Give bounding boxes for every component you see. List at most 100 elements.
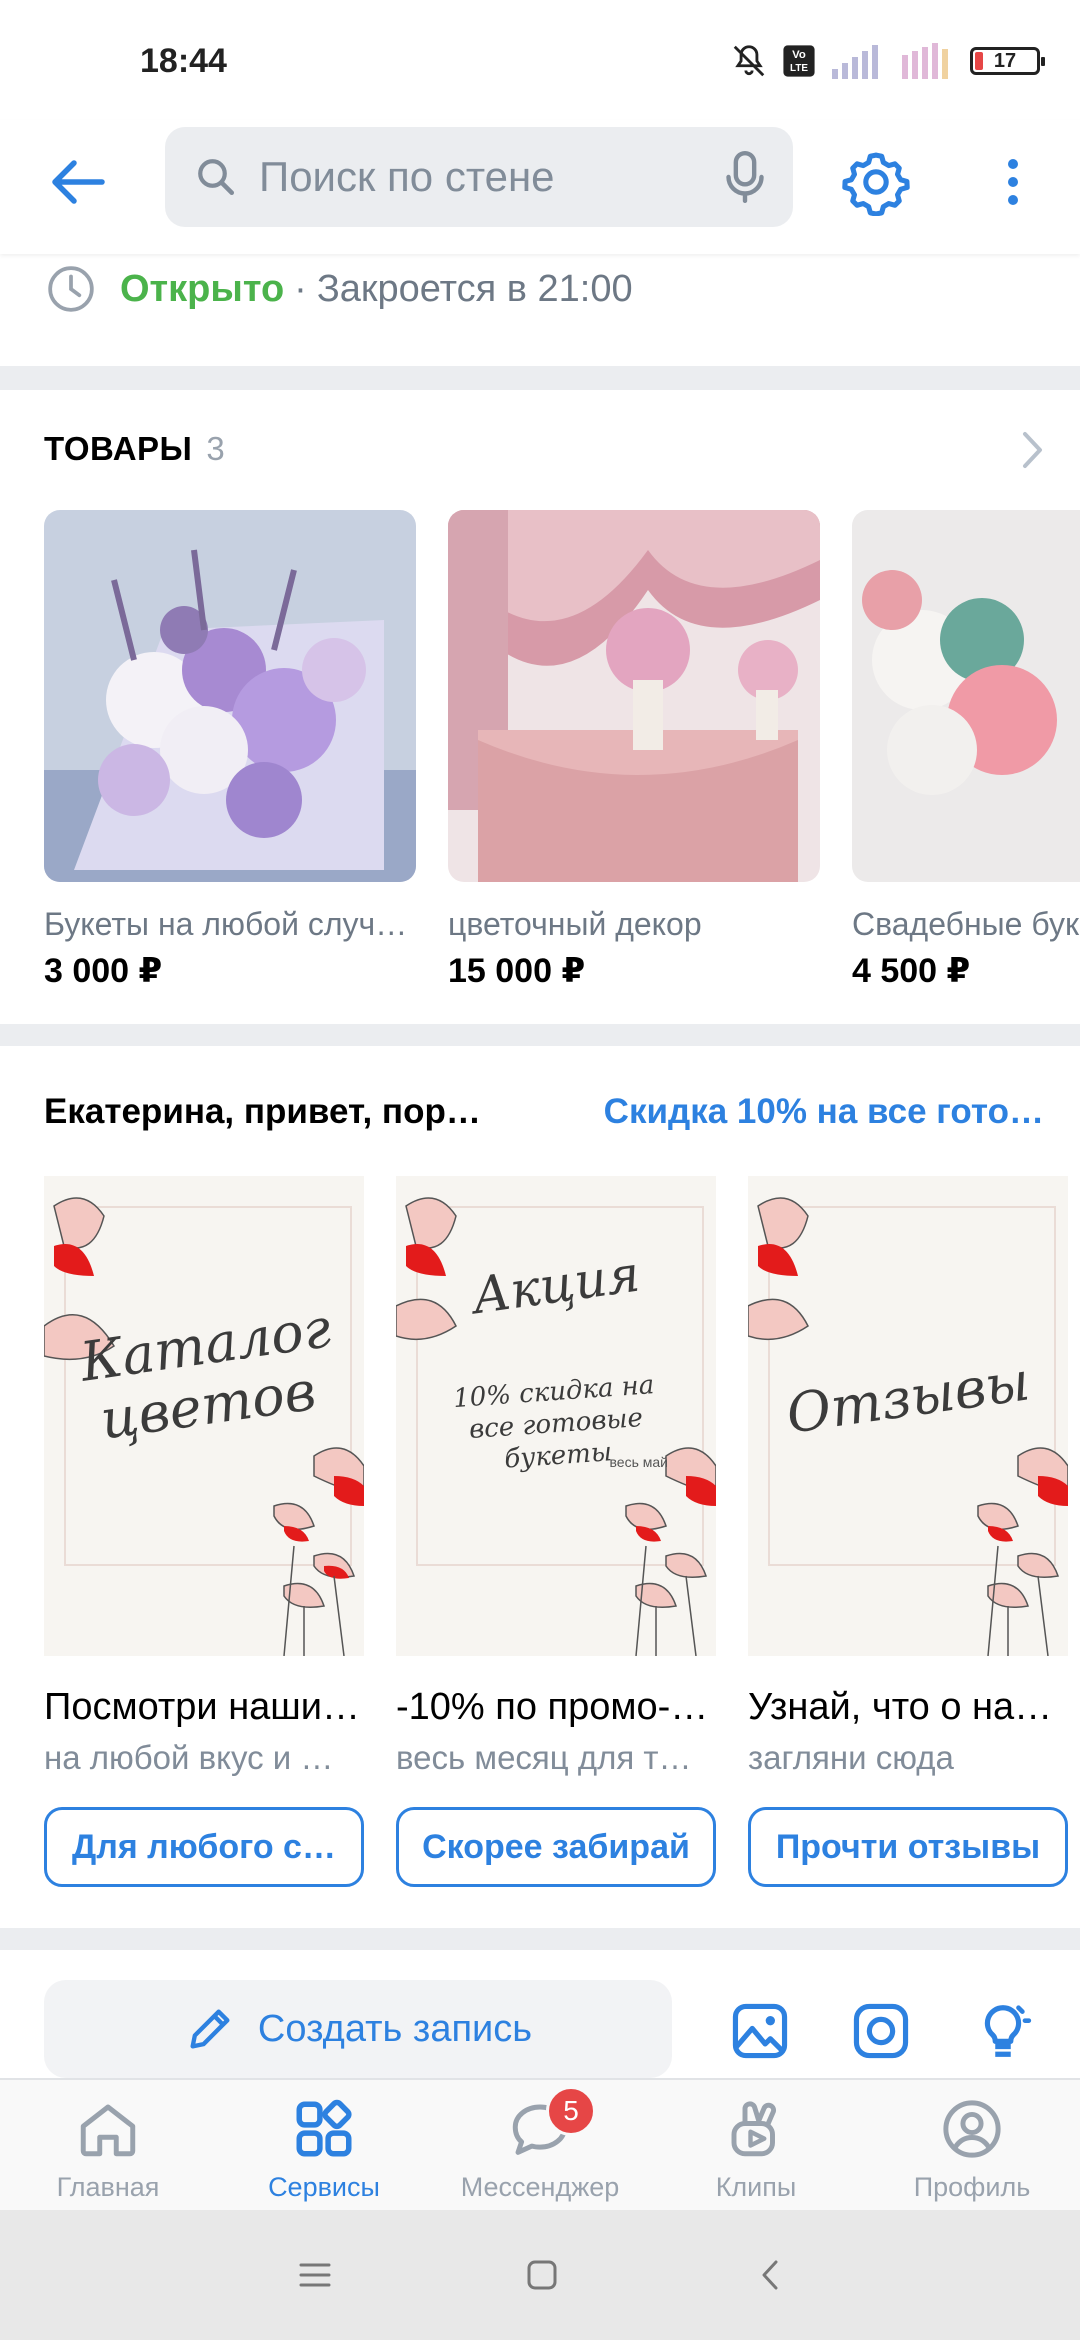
clock-icon	[48, 266, 94, 312]
status-bar: 18:44 Vo LTE 17	[0, 0, 1080, 120]
chevron-left-icon	[762, 2260, 778, 2290]
more-button[interactable]	[990, 144, 1036, 220]
promo-item-button[interactable]: Прочти отзывы	[748, 1807, 1068, 1887]
decor-image	[448, 510, 820, 882]
tab-home[interactable]: Главная	[0, 2080, 216, 2212]
signal-icon-1	[832, 45, 878, 79]
promo-item-title: Узнай, что о нас…	[748, 1686, 1068, 1728]
tab-services-label: Сервисы	[268, 2172, 380, 2202]
tab-clips-label: Клипы	[715, 2172, 797, 2202]
hours-card: Открыто · Закроется в 21:00	[0, 254, 1080, 366]
promo-item-subtitle: весь месяц для т…	[396, 1739, 692, 1776]
tab-discount[interactable]: Скидка 10% на все гото…	[574, 1092, 1044, 1132]
tab-services[interactable]: Сервисы	[216, 2080, 432, 2212]
chevron-right-icon	[1023, 432, 1042, 468]
back-button[interactable]	[42, 146, 114, 218]
story-button[interactable]	[848, 1998, 914, 2064]
home-icon	[80, 2104, 136, 2157]
hours-separator: ·	[294, 267, 307, 310]
promo-item-subtitle: загляни сюда	[748, 1739, 954, 1776]
tab-messenger-label: Мессенджер	[460, 2172, 620, 2202]
goods-count: 3	[206, 430, 226, 467]
goods-item-title: Свадебные буке	[852, 906, 1080, 942]
open-status: Открыто	[120, 267, 285, 310]
search-field[interactable]: Поиск по стене	[165, 127, 793, 227]
bouquet-image	[44, 510, 416, 882]
microphone-icon[interactable]	[723, 149, 767, 205]
messenger-badge: 5	[546, 2086, 596, 2136]
promo-tabs: Екатерина, привет, пор… Скидка 10% на вс…	[44, 1092, 1044, 1132]
promo-item[interactable]: Акция 10% скидка на все готовые букеты в…	[396, 1176, 716, 1887]
recent-apps-button[interactable]	[285, 2245, 345, 2305]
services-grid-icon	[296, 2099, 352, 2157]
sale-image-small: весь май	[609, 1454, 668, 1470]
goods-more-button[interactable]	[1020, 430, 1046, 475]
battery-level: 17	[993, 50, 1017, 72]
goods-title: ТОВАРЫ	[44, 430, 193, 467]
status-time: 18:44	[140, 42, 227, 80]
settings-button[interactable]	[838, 144, 914, 220]
goods-item[interactable]: Букеты на любой случ… 3 000 ₽	[44, 510, 416, 990]
tab-welcome[interactable]: Екатерина, привет, пор…	[44, 1092, 504, 1132]
catalog-image: Каталог цветов	[44, 1176, 364, 1656]
goods-item-price: 3 000 ₽	[44, 952, 163, 990]
sale-image: Акция 10% скидка на все готовые букеты в…	[396, 1176, 716, 1656]
pencil-icon	[190, 2009, 230, 2049]
profile-icon	[943, 2100, 1001, 2158]
svg-text:LTE: LTE	[790, 63, 808, 74]
back-system-button[interactable]	[740, 2245, 800, 2305]
home-system-button[interactable]	[512, 2245, 572, 2305]
goods-list: Букеты на любой случ… 3 000 ₽ цветочный …	[44, 510, 1080, 990]
idea-button[interactable]	[970, 1998, 1036, 2064]
volte-icon: Vo LTE	[783, 45, 815, 77]
more-vertical-icon	[1008, 159, 1018, 205]
photo-button[interactable]	[727, 1998, 793, 2064]
create-post-label: Создать запись	[257, 2007, 533, 2050]
svg-text:Vo: Vo	[792, 49, 806, 61]
promo-item-button[interactable]: Скорее забирай	[396, 1807, 716, 1887]
goods-item-title: Букеты на любой случ…	[44, 906, 408, 942]
create-post-button[interactable]: Создать запись	[44, 1980, 672, 2078]
goods-item-price: 4 500 ₽	[852, 952, 971, 990]
signal-icon-2	[902, 43, 948, 79]
hours-row[interactable]: Открыто · Закроется в 21:00	[46, 264, 633, 314]
search-placeholder: Поиск по стене	[259, 153, 555, 200]
goods-item[interactable]: цветочный декор 15 000 ₽	[448, 510, 820, 990]
promo-item[interactable]: Каталог цветов Посмотри наши… на любой в…	[44, 1176, 364, 1887]
promo-item-subtitle: на любой вкус и …	[44, 1739, 334, 1776]
tab-profile-label: Профиль	[913, 2172, 1031, 2202]
promo-item[interactable]: Отзывы Узнай, что о нас… загляни сюда Пр…	[748, 1176, 1068, 1887]
gear-icon	[842, 152, 910, 216]
camera-circle-icon	[853, 2003, 909, 2059]
tab-home-label: Главная	[56, 2172, 160, 2202]
system-navigation-bar	[0, 2210, 1080, 2340]
tab-messenger[interactable]: 5 Мессенджер	[432, 2080, 648, 2212]
closing-time: Закроется в 21:00	[316, 267, 633, 310]
mute-icon	[733, 45, 765, 77]
menu-lines-icon	[299, 2263, 331, 2287]
top-bar: Поиск по стене	[0, 120, 1080, 254]
tab-profile[interactable]: Профиль	[864, 2080, 1080, 2212]
goods-item[interactable]: Свадебные буке 4 500 ₽	[852, 510, 1080, 990]
composer-bar: Создать запись	[0, 1950, 1080, 2080]
battery-icon: 17	[970, 47, 1045, 75]
promo-item-title: Посмотри наши…	[44, 1686, 361, 1728]
clips-icon	[731, 2101, 777, 2157]
image-icon	[732, 2003, 788, 2059]
reviews-image: Отзывы	[748, 1176, 1068, 1656]
tab-clips[interactable]: Клипы	[648, 2080, 864, 2212]
promo-item-button[interactable]: Для любого с…	[44, 1807, 364, 1887]
arrow-left-icon	[52, 160, 105, 204]
wedding-bouquet-image	[852, 510, 1080, 882]
goods-item-price: 15 000 ₽	[448, 952, 586, 990]
system-icons: Vo LTE 17	[730, 36, 1045, 86]
square-icon	[527, 2260, 557, 2290]
goods-header[interactable]: ТОВАРЫ 3	[44, 430, 225, 468]
goods-section: ТОВАРЫ 3 Букеты на любой случ… 3 000 ₽ ц…	[0, 390, 1080, 1024]
promo-list: Каталог цветов Посмотри наши… на любой в…	[44, 1176, 1080, 1896]
promo-section: Екатерина, привет, пор… Скидка 10% на вс…	[0, 1046, 1080, 1928]
lightbulb-icon	[984, 2005, 1032, 2057]
goods-item-title: цветочный декор	[448, 906, 702, 942]
search-icon	[198, 159, 235, 196]
promo-item-title: -10% по промо-…	[396, 1686, 709, 1728]
